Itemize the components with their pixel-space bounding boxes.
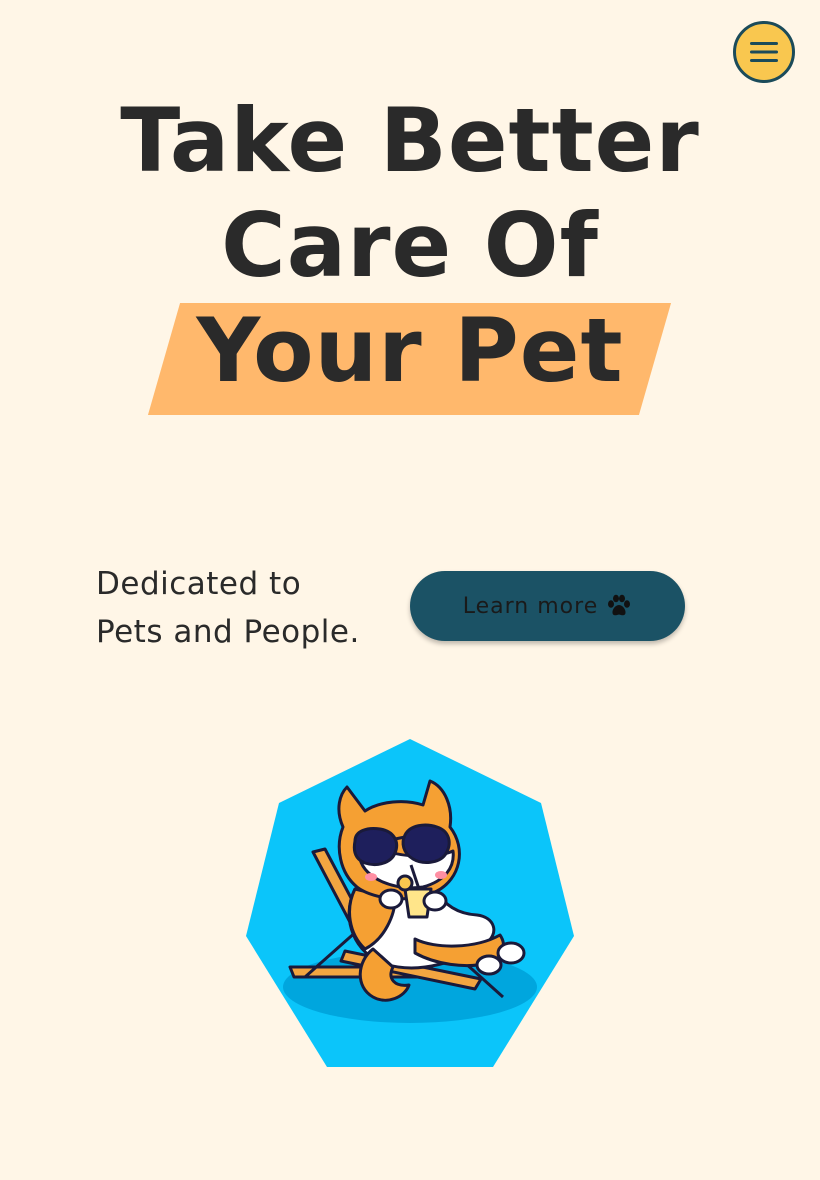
hero-title-highlight: Your Pet [148,298,672,415]
hero-title-highlight-text: Your Pet [196,299,624,402]
learn-more-button[interactable]: Learn more [410,571,685,641]
tagline-line-2: Pets and People. [96,614,360,650]
hero-title: Take Better Care Of Your Pet [0,88,820,415]
hamburger-menu-icon [750,42,778,62]
paw-icon [608,594,631,616]
menu-button[interactable] [733,21,795,83]
hero-title-line-3: Your Pet [0,298,820,415]
tagline-line-1: Dedicated to [96,566,302,602]
hero-illustration [246,739,574,1067]
learn-more-label: Learn more [462,593,599,619]
hero-title-line-1: Take Better [120,89,700,192]
hero-title-line-2: Care Of [221,194,599,297]
tagline: Dedicated to Pets and People. [96,560,396,656]
